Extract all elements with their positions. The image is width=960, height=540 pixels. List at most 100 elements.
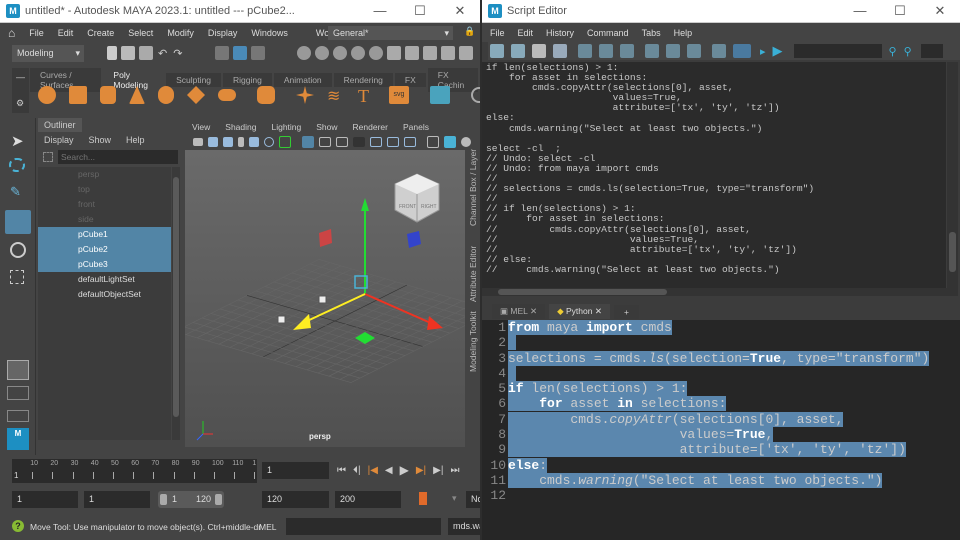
snap-view-icon[interactable] <box>351 46 366 60</box>
menu-edit[interactable]: Edit <box>518 28 534 38</box>
layers-icon[interactable] <box>459 46 474 60</box>
menu-select[interactable]: Select <box>128 28 153 38</box>
open-script-icon[interactable] <box>490 44 504 58</box>
execute-all-icon[interactable]: ▶ <box>773 43 783 59</box>
poly-plane-icon[interactable] <box>187 86 205 104</box>
select-tool-icon[interactable]: ➤ <box>11 132 24 150</box>
clear-history-icon[interactable] <box>578 44 592 58</box>
time-slider[interactable]: 10 20 30 40 50 60 70 80 90 100 110 1 1 <box>12 459 257 483</box>
range-handle-left[interactable] <box>160 494 167 505</box>
close-button[interactable]: ✕ <box>440 3 480 19</box>
select-component-icon[interactable] <box>251 46 266 60</box>
play-backwards-icon[interactable]: ◀ <box>385 465 393 476</box>
search-input[interactable] <box>793 44 882 58</box>
poly-disc-icon[interactable] <box>218 89 236 101</box>
chevron-down-icon[interactable]: ▾ <box>452 493 457 504</box>
playback-start-field[interactable]: 1 <box>84 491 150 508</box>
shelf-collapse-icon[interactable]: — <box>16 72 25 82</box>
show-both-icon[interactable] <box>687 44 701 58</box>
menu-tabs[interactable]: Tabs <box>642 28 661 38</box>
select-hierarchy-icon[interactable] <box>215 46 230 60</box>
execute-selected-icon[interactable]: ▸ <box>760 45 766 58</box>
pivot-icon[interactable] <box>471 87 480 103</box>
outliner-layout-icon[interactable] <box>7 410 29 422</box>
history-scrollbar-h[interactable] <box>482 288 947 296</box>
menu-display[interactable]: Display <box>208 28 238 38</box>
viewport-menu-shading[interactable]: Shading <box>225 122 256 132</box>
super-shape-icon[interactable] <box>296 86 314 104</box>
sweep-mesh-icon[interactable]: ≋ <box>327 86 345 105</box>
current-frame-field[interactable]: 1 <box>262 462 329 479</box>
lock-icon[interactable]: 🔒 <box>464 26 475 37</box>
source-script-icon[interactable] <box>511 44 525 58</box>
step-forward-key-icon[interactable]: ▶| <box>416 465 426 476</box>
move-tool-icon[interactable] <box>5 210 31 234</box>
step-forward-frame-icon[interactable]: ▶| <box>433 465 443 476</box>
outliner-item-persp[interactable]: persp <box>38 167 171 182</box>
filter-icon[interactable] <box>43 152 53 162</box>
menu-modify[interactable]: Modify <box>167 28 194 38</box>
range-handle-right[interactable] <box>215 494 222 505</box>
pcube-small-1[interactable] <box>318 295 327 304</box>
render-settings-icon[interactable] <box>441 46 456 60</box>
open-scene-icon[interactable] <box>121 46 135 60</box>
outliner-item-defaultobjectset[interactable]: defaultObjectSet <box>38 287 171 302</box>
play-forwards-icon[interactable]: ▶ <box>400 463 409 477</box>
viewport-menu-panels[interactable]: Panels <box>403 122 429 132</box>
outliner-menu-show[interactable]: Show <box>89 135 112 145</box>
save-scene-icon[interactable] <box>139 46 153 60</box>
step-back-key-icon[interactable]: |◀ <box>368 465 378 476</box>
go-to-end-icon[interactable]: ⏭ <box>450 465 459 476</box>
outliner-menu-display[interactable]: Display <box>44 135 74 145</box>
outliner-item-top[interactable]: top <box>38 182 171 197</box>
outliner-item-side[interactable]: side <box>38 212 171 227</box>
save-script-icon[interactable] <box>532 44 546 58</box>
type-icon[interactable]: T <box>358 86 376 106</box>
snap-curve-icon[interactable] <box>315 46 330 60</box>
menu-command[interactable]: Command <box>587 28 629 38</box>
close-button[interactable]: ✕ <box>920 3 960 19</box>
outliner-scrollbar[interactable] <box>172 167 180 440</box>
poly-sphere-icon[interactable] <box>38 86 56 104</box>
viewport-menu-show[interactable]: Show <box>316 122 337 132</box>
render-icon[interactable] <box>423 46 438 60</box>
step-back-frame-icon[interactable]: ⏴| <box>353 465 361 476</box>
paint-select-icon[interactable]: ✎ <box>10 184 21 200</box>
poly-cylinder-icon[interactable] <box>100 86 116 104</box>
menu-edit[interactable]: Edit <box>58 28 74 38</box>
single-layout-icon[interactable] <box>7 360 29 380</box>
history-icon[interactable] <box>387 46 402 60</box>
outliner-item-pcube3[interactable]: pCube3 <box>38 257 171 272</box>
range-slider[interactable]: 1 120 <box>158 491 224 508</box>
show-history-icon[interactable] <box>645 44 659 58</box>
command-line-input[interactable] <box>286 518 441 535</box>
show-input-icon[interactable] <box>666 44 680 58</box>
viewport-menu-lighting[interactable]: Lighting <box>271 122 301 132</box>
svg-icon[interactable]: svg <box>389 86 409 104</box>
animation-start-field[interactable]: 1 <box>12 491 78 508</box>
save-to-shelf-icon[interactable] <box>553 44 567 58</box>
menuset-dropdown[interactable]: Modeling ▾ <box>12 45 84 62</box>
character-icon[interactable] <box>405 46 420 60</box>
history-scrollbar-v[interactable] <box>947 62 958 296</box>
minimize-button[interactable]: — <box>840 3 880 19</box>
python-input-editor[interactable]: 1 2 3 4 5 6 7 8 9 10 11 12 from maya import cmds se… <box>482 320 960 540</box>
tab-mel[interactable]: ▣ MEL ✕ <box>492 304 546 319</box>
maximize-button[interactable]: ☐ <box>880 3 920 19</box>
close-tab-icon[interactable]: ✕ <box>595 306 602 316</box>
maya-app-icon[interactable]: M <box>7 428 29 450</box>
outliner-item-pcube1[interactable]: pCube1 <box>38 227 171 242</box>
snap-grid-icon[interactable] <box>297 46 312 60</box>
poly-cone-icon[interactable] <box>129 86 145 104</box>
four-layout-icon[interactable] <box>7 386 29 400</box>
command-language-toggle[interactable]: MEL <box>259 522 276 532</box>
search-down-icon[interactable]: ⚲ <box>889 45 897 58</box>
outliner-search-input[interactable] <box>58 150 178 164</box>
playback-end-field[interactable]: 120 <box>262 491 329 508</box>
outliner-item-defaultlightset[interactable]: defaultLightSet <box>38 272 171 287</box>
menu-create[interactable]: Create <box>87 28 114 38</box>
echo-commands-icon[interactable] <box>712 44 726 58</box>
viewport-menu-renderer[interactable]: Renderer <box>353 122 388 132</box>
shelf-tab-rigging[interactable]: Rigging <box>223 73 272 87</box>
tab-python[interactable]: ◆ Python ✕ <box>549 304 610 319</box>
